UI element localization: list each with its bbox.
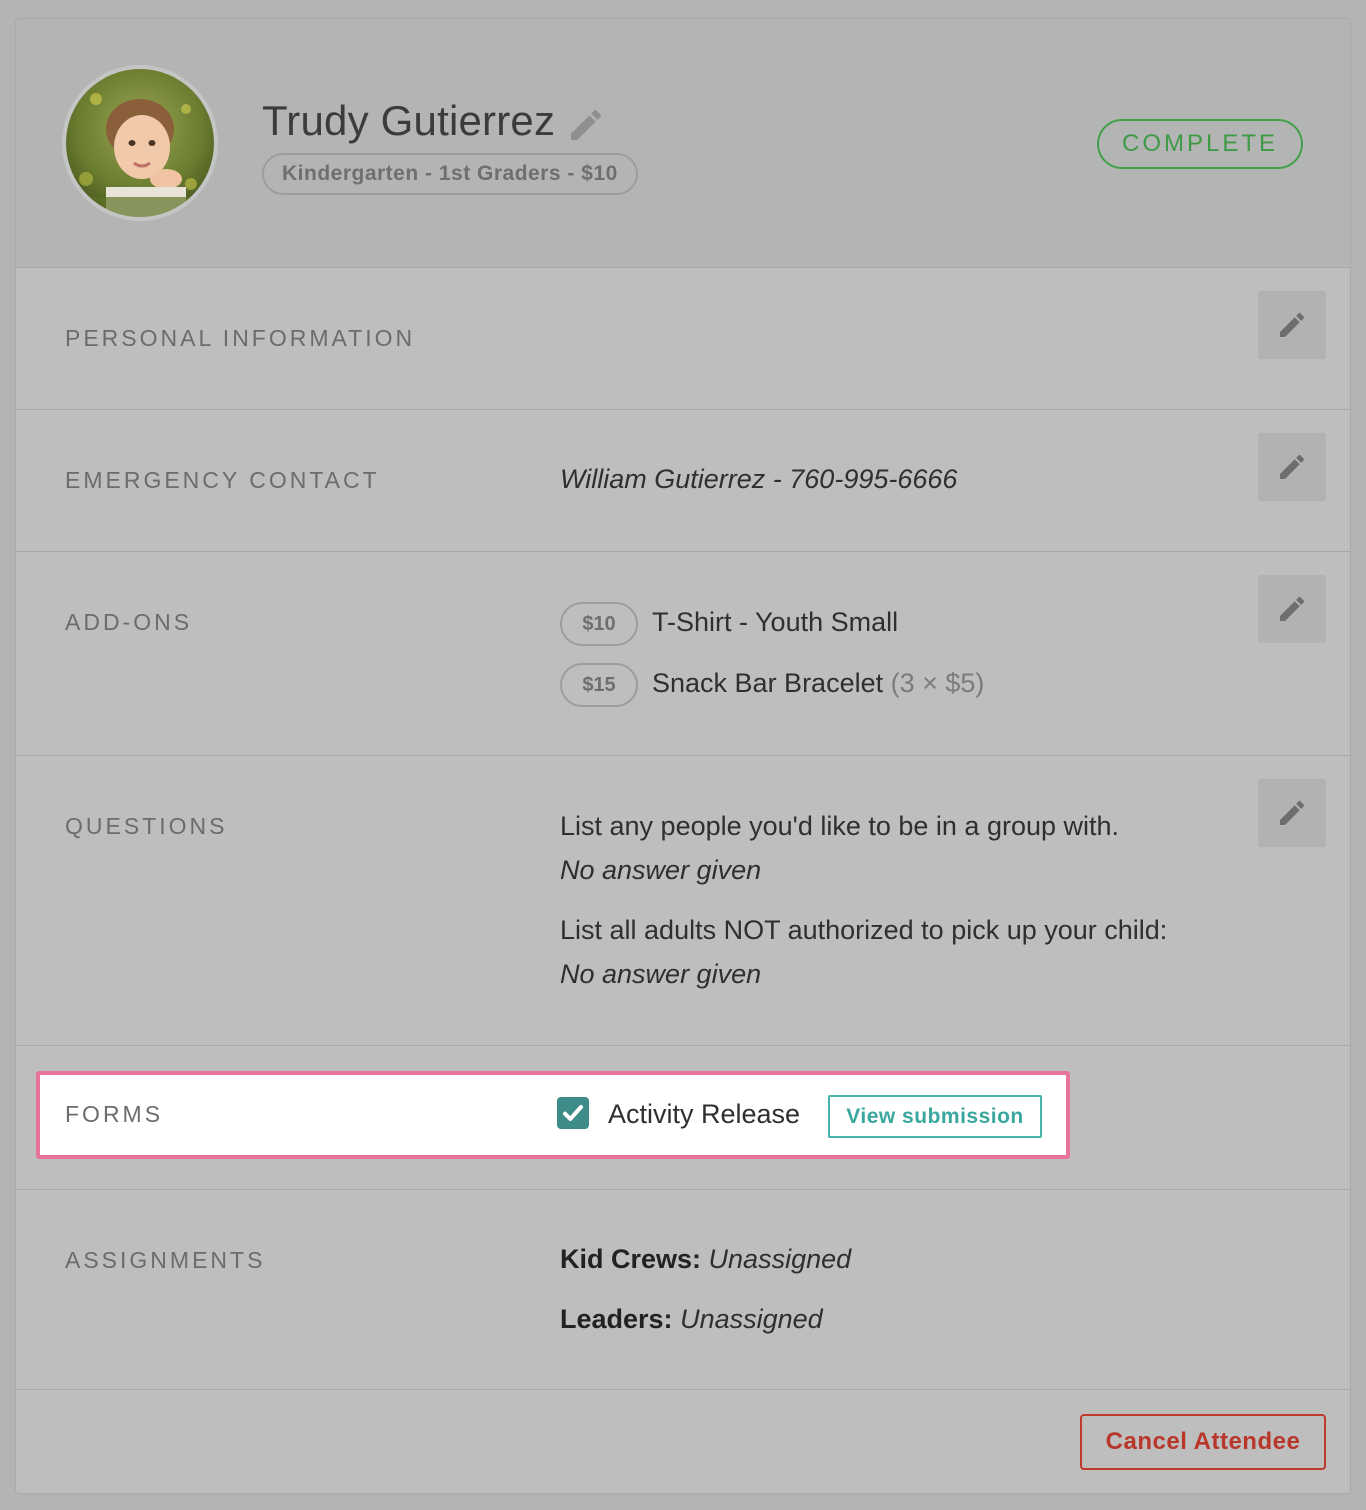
section-label: EMERGENCY CONTACT — [65, 467, 380, 493]
pencil-icon — [1280, 800, 1305, 825]
add-on-item: $15 Snack Bar Bracelet (3 × $5) — [560, 663, 984, 707]
assignment-name: Leaders: — [560, 1304, 673, 1334]
edit-personal-button[interactable] — [1258, 291, 1326, 359]
pencil-icon — [1280, 596, 1305, 621]
assignment-value: Unassigned — [708, 1244, 852, 1274]
assignment-value: Unassigned — [680, 1304, 823, 1334]
question-answer: No answer given — [560, 855, 762, 885]
question-text: List all adults NOT authorized to pick u… — [560, 915, 1168, 945]
section-label: FORMS — [65, 1101, 164, 1127]
question-text: List any people you'd like to be in a gr… — [560, 811, 1120, 841]
status-badge: COMPLETE — [1097, 119, 1303, 169]
add-on-name: Snack Bar Bracelet — [652, 668, 884, 699]
ticket-type-badge: Kindergarten - 1st Graders - $10 — [262, 153, 638, 195]
section-label: QUESTIONS — [65, 813, 228, 839]
avatar-photo — [66, 69, 214, 217]
pencil-icon — [1280, 312, 1305, 337]
add-on-name: T-Shirt - Youth Small — [652, 607, 899, 638]
checkmark-icon — [563, 1105, 583, 1121]
pencil-icon — [1280, 454, 1305, 479]
section-assignments: ASSIGNMENTS Kid Crews: Unassigned Leader… — [16, 1189, 1350, 1389]
pencil-icon — [571, 109, 602, 140]
question-answer: No answer given — [560, 959, 762, 989]
emergency-contact-value: William Gutierrez - 760-995-6666 — [560, 464, 958, 494]
section-emergency-contact: EMERGENCY CONTACT William Gutierrez - 76… — [16, 409, 1350, 551]
attendee-name: Trudy Gutierrez — [262, 97, 556, 144]
add-on-price-badge: $15 — [560, 663, 638, 707]
form-completed-checkbox[interactable] — [557, 1097, 589, 1129]
avatar — [62, 65, 218, 221]
assignment-row: Kid Crews: Unassigned — [560, 1244, 851, 1275]
section-label: ASSIGNMENTS — [65, 1247, 266, 1273]
cancel-attendee-button[interactable]: Cancel Attendee — [1080, 1414, 1326, 1470]
view-submission-button[interactable]: View submission — [828, 1095, 1042, 1138]
assignment-name: Kid Crews: — [560, 1244, 702, 1274]
section-personal-information: PERSONAL INFORMATION — [16, 267, 1350, 409]
form-name: Activity Release — [608, 1099, 801, 1129]
attendee-header: Trudy Gutierrez Kindergarten - 1st Grade… — [16, 19, 1350, 267]
edit-questions-button[interactable] — [1258, 779, 1326, 847]
section-questions: QUESTIONS List any people you'd like to … — [16, 755, 1350, 1045]
assignment-row: Leaders: Unassigned — [560, 1304, 823, 1335]
edit-add-ons-button[interactable] — [1258, 575, 1326, 643]
edit-emergency-button[interactable] — [1258, 433, 1326, 501]
section-label: ADD-ONS — [65, 609, 193, 635]
add-on-item: $10 T-Shirt - Youth Small — [560, 602, 898, 646]
add-on-price-badge: $10 — [560, 602, 638, 646]
edit-name-button[interactable] — [566, 105, 606, 145]
section-label: PERSONAL INFORMATION — [65, 325, 416, 351]
attendee-card: Trudy Gutierrez Kindergarten - 1st Grade… — [15, 18, 1351, 1494]
add-on-detail: (3 × $5) — [890, 668, 985, 699]
section-add-ons: ADD-ONS $10 T-Shirt - Youth Small $15 Snac… — [16, 551, 1350, 755]
